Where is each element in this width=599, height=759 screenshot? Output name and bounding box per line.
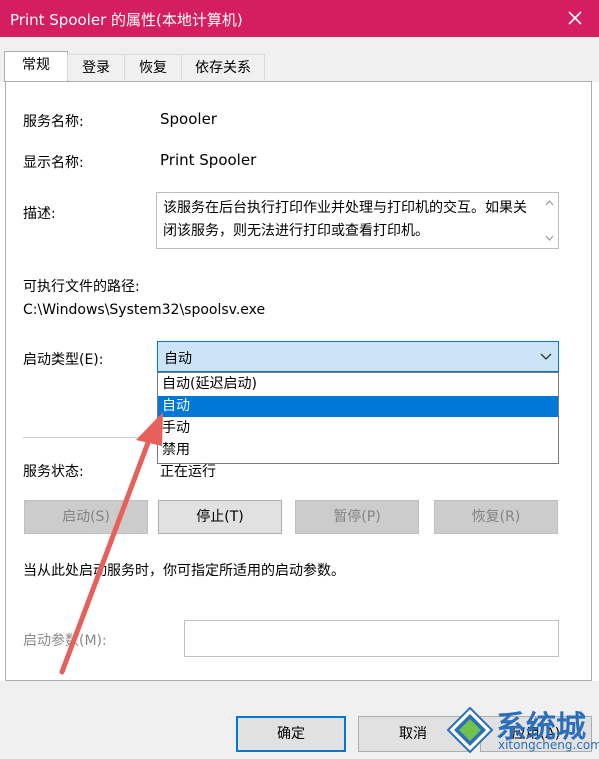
description-scrollbar[interactable] <box>541 193 558 248</box>
resume-button[interactable]: 恢复(R) <box>434 500 558 534</box>
scroll-up-icon <box>545 200 554 206</box>
service-status-value: 正在运行 <box>160 464 216 480</box>
window-title: Print Spooler 的属性(本地计算机) <box>10 11 243 29</box>
option-auto-delayed[interactable]: 自动(延迟启动) <box>158 374 558 395</box>
start-params-input[interactable] <box>184 620 559 657</box>
tab-general[interactable]: 常规 <box>4 51 68 82</box>
tab-recovery[interactable]: 恢复 <box>124 54 182 80</box>
start-params-hint: 当从此处启动服务时，你可指定所适用的启动参数。 <box>23 563 345 579</box>
option-manual[interactable]: 手动 <box>158 418 558 439</box>
watermark: 系统城 xitongcheng.com <box>440 698 599 759</box>
close-icon[interactable] <box>565 6 585 30</box>
service-name-label: 服务名称: <box>23 114 84 130</box>
separator <box>23 437 156 438</box>
tab-logon[interactable]: 登录 <box>67 54 125 80</box>
start-params-label: 启动参数(M): <box>23 633 107 649</box>
startup-type-dropdown: 自动(延迟启动) 自动 手动 禁用 <box>157 372 559 464</box>
service-status-label: 服务状态: <box>23 464 84 480</box>
display-name-value: Print Spooler <box>160 151 257 169</box>
stop-button[interactable]: 停止(T) <box>158 500 282 534</box>
path-value: C:\Windows\System32\spoolsv.exe <box>23 302 266 318</box>
description-label: 描述: <box>23 206 56 222</box>
startup-type-value: 自动 <box>164 351 192 367</box>
title-bar: Print Spooler 的属性(本地计算机) <box>0 0 599 37</box>
option-auto[interactable]: 自动 <box>158 396 558 417</box>
tab-dependencies[interactable]: 依存关系 <box>181 54 265 80</box>
startup-type-select[interactable]: 自动 <box>157 341 559 372</box>
watermark-domain: xitongcheng.com <box>498 738 599 752</box>
ok-button[interactable]: 确定 <box>236 716 346 752</box>
description-box[interactable]: 该服务在后台执行打印作业并处理与打印机的交互。如果关闭该服务，则无法进行打印或查… <box>156 192 559 249</box>
path-label: 可执行文件的路径: <box>23 279 140 295</box>
service-name-value: Spooler <box>160 110 217 128</box>
startup-type-label: 启动类型(E): <box>23 352 104 368</box>
description-text: 该服务在后台执行打印作业并处理与打印机的交互。如果关闭该服务，则无法进行打印或查… <box>163 200 527 239</box>
start-button[interactable]: 启动(S) <box>24 500 148 534</box>
chevron-down-icon <box>540 353 552 360</box>
scroll-down-icon <box>545 235 554 241</box>
watermark-logo-icon <box>446 706 494 754</box>
option-disabled[interactable]: 禁用 <box>158 440 558 461</box>
pause-button[interactable]: 暂停(P) <box>295 500 419 534</box>
display-name-label: 显示名称: <box>23 155 84 171</box>
tab-strip: 常规 登录 恢复 依存关系 <box>0 37 599 82</box>
